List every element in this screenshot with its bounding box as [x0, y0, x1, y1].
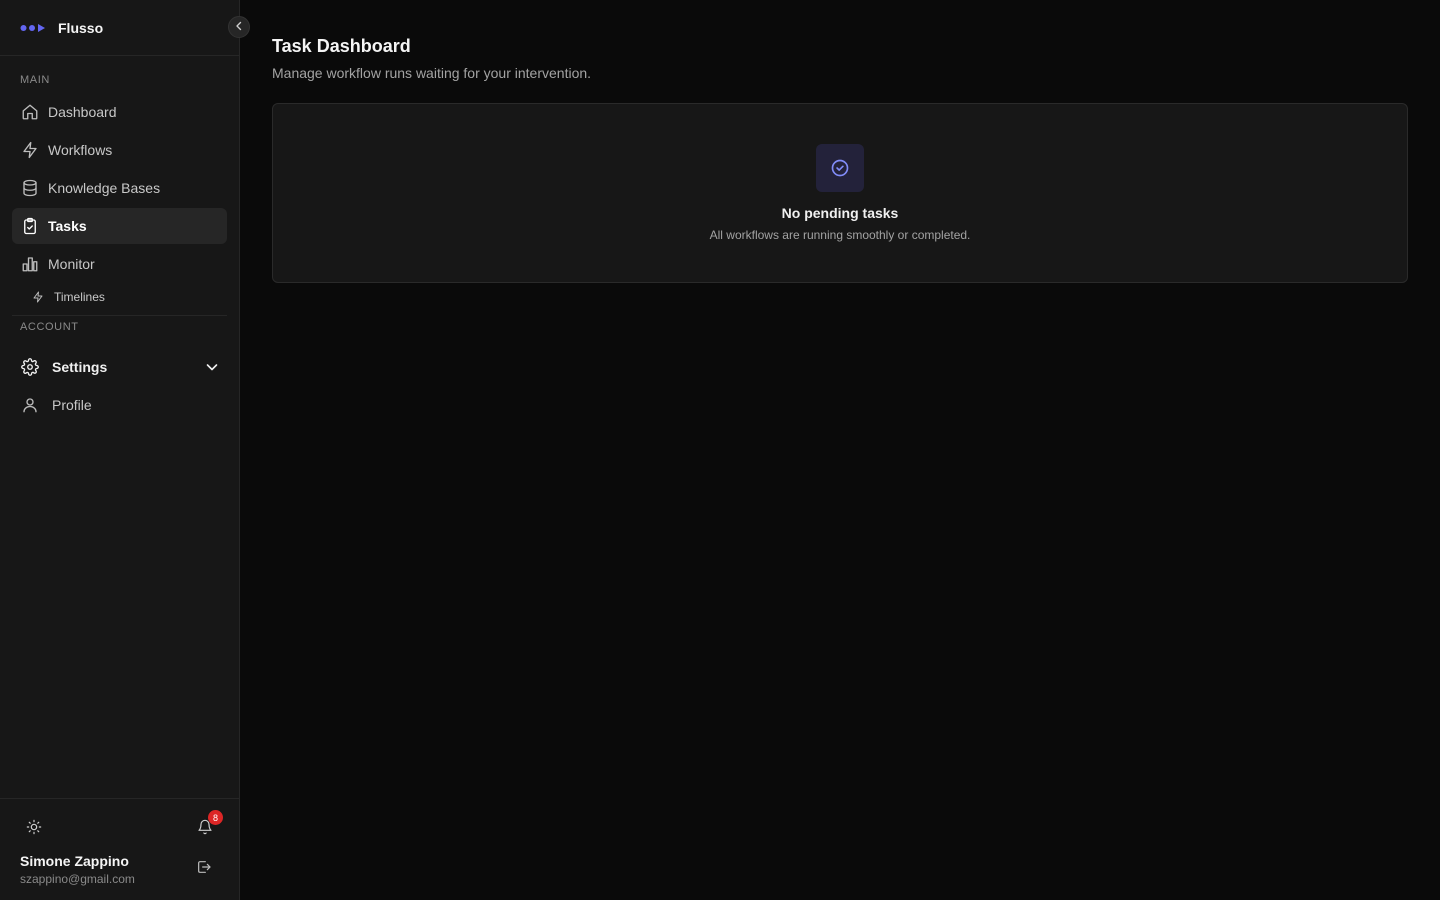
- logout-icon[interactable]: [196, 859, 212, 880]
- home-icon: [20, 102, 40, 122]
- main-content: Task Dashboard Manage workflow runs wait…: [240, 0, 1440, 900]
- user-email: szappino@gmail.com: [20, 872, 135, 886]
- bar-chart-icon: [20, 254, 40, 274]
- user-info: Simone Zappino szappino@gmail.com: [20, 853, 196, 886]
- gear-icon: [20, 357, 40, 377]
- notifications-button[interactable]: 8: [197, 810, 223, 835]
- sidebar-item-dashboard[interactable]: Dashboard: [12, 94, 227, 130]
- sidebar-divider: [12, 315, 227, 316]
- sidebar-item-profile[interactable]: Profile: [12, 387, 227, 423]
- notification-count-badge: 8: [208, 810, 223, 825]
- page-subtitle: Manage workflow runs waiting for your in…: [272, 65, 592, 81]
- chevron-down-icon: [205, 360, 219, 374]
- theme-toggle-sun-icon[interactable]: [26, 819, 42, 835]
- sidebar-item-label: Workflows: [48, 142, 113, 158]
- sidebar-item-label: Profile: [52, 397, 92, 413]
- sidebar-item-label: Knowledge Bases: [48, 180, 161, 196]
- sidebar-item-tasks[interactable]: Tasks: [12, 208, 227, 244]
- page-title: Task Dashboard: [272, 36, 411, 56]
- user-icon: [20, 395, 40, 415]
- user-name: Simone Zappino: [20, 853, 129, 869]
- account-nav: Settings Profile: [0, 349, 239, 425]
- clipboard-check-icon: [20, 216, 40, 236]
- app: Flusso MAIN Dashboard Workflows Knowledg…: [0, 0, 1440, 900]
- section-label-main: MAIN: [20, 74, 50, 86]
- sidebar-item-monitor[interactable]: Monitor: [12, 246, 227, 282]
- main-nav: Dashboard Workflows Knowledge Bases Task…: [0, 94, 239, 284]
- brand-name: Flusso: [58, 19, 104, 36]
- brand-header: Flusso: [0, 0, 250, 56]
- sidebar-item-settings[interactable]: Settings: [12, 349, 227, 385]
- sidebar-item-label: Dashboard: [48, 104, 117, 120]
- lightning-icon: [20, 140, 40, 160]
- sidebar-item-knowledge-bases[interactable]: Knowledge Bases: [12, 170, 227, 206]
- empty-state-icon-box: [816, 144, 864, 192]
- collapse-sidebar-button[interactable]: [228, 16, 250, 38]
- empty-state-subtitle: All workflows are running smoothly or co…: [709, 228, 971, 242]
- sidebar-item-label: Settings: [52, 359, 108, 375]
- database-icon: [20, 178, 40, 198]
- chevron-left-icon: [234, 18, 244, 36]
- flusso-logo-icon: [20, 22, 48, 34]
- check-circle-icon: [830, 158, 850, 178]
- sidebar-subitem-label: Timelines: [54, 290, 105, 304]
- sidebar-item-workflows[interactable]: Workflows: [12, 132, 227, 168]
- lightning-icon: [32, 290, 46, 304]
- section-label-account: ACCOUNT: [20, 321, 79, 333]
- sidebar: Flusso MAIN Dashboard Workflows Knowledg…: [0, 0, 250, 900]
- sidebar-item-label: Tasks: [48, 218, 87, 234]
- empty-state-card: No pending tasks All workflows are runni…: [272, 103, 1408, 283]
- empty-state-title: No pending tasks: [781, 205, 899, 221]
- footer-icons: 8: [0, 799, 239, 839]
- sidebar-footer: 8 Simone Zappino szappino@gmail.com: [0, 798, 239, 900]
- sidebar-item-label: Monitor: [48, 256, 95, 272]
- sidebar-subitem-timelines[interactable]: Timelines: [0, 284, 239, 310]
- user-row: Simone Zappino szappino@gmail.com: [0, 839, 239, 886]
